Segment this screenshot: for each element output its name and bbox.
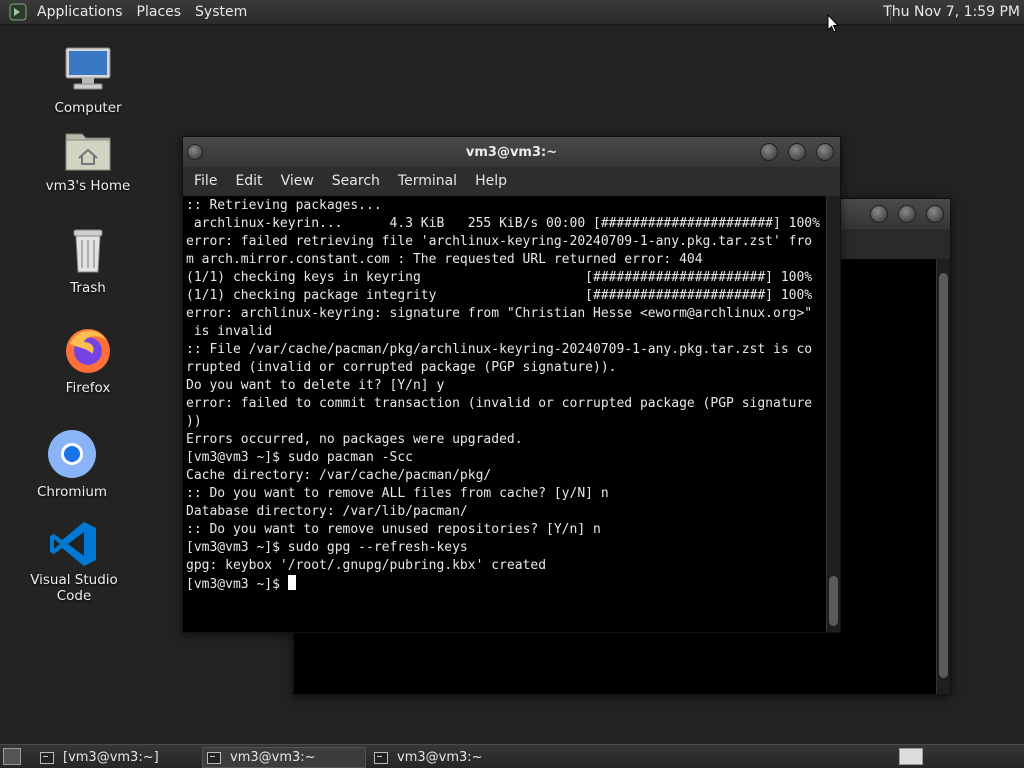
desktop-icon-vscode[interactable]: Visual Studio Code bbox=[14, 520, 134, 604]
vscode-icon bbox=[50, 522, 96, 566]
computer-icon bbox=[65, 47, 111, 90]
show-desktop-icon[interactable] bbox=[3, 748, 21, 765]
workspace-switcher-icon[interactable] bbox=[899, 748, 923, 765]
menu-search[interactable]: Search bbox=[323, 173, 389, 189]
system-menu[interactable]: System bbox=[188, 4, 254, 20]
maximize-button[interactable] bbox=[898, 205, 916, 223]
terminal-small-icon bbox=[207, 751, 221, 764]
places-menu[interactable]: Places bbox=[130, 4, 189, 20]
minimize-button[interactable] bbox=[870, 205, 888, 223]
home-folder-icon bbox=[65, 133, 111, 171]
minimize-button[interactable] bbox=[760, 143, 778, 161]
taskbar-item[interactable]: vm3@vm3:~ bbox=[370, 747, 534, 768]
terminal-window[interactable]: vm3@vm3:~ File Edit View Search Terminal… bbox=[182, 136, 841, 633]
terminal-line: (1/1) checking keys in keyring [########… bbox=[186, 270, 813, 285]
terminal-titlebar[interactable]: vm3@vm3:~ bbox=[183, 137, 840, 167]
mouse-pointer-icon bbox=[827, 13, 840, 38]
terminal-line: [vm3@vm3 ~]$ bbox=[186, 575, 826, 594]
terminal-output[interactable]: :: Retrieving packages... archlinux-keyr… bbox=[183, 196, 826, 632]
desktop-icon-label: Trash bbox=[70, 280, 106, 296]
chromium-icon bbox=[48, 430, 96, 478]
terminal-line: Do you want to delete it? [Y/n] y bbox=[186, 378, 445, 393]
maximize-button[interactable] bbox=[788, 143, 806, 161]
firefox-icon bbox=[66, 329, 110, 373]
terminal-line: rrupted (invalid or corrupted package (P… bbox=[186, 360, 617, 375]
terminal-line: error: failed retrieving file 'archlinux… bbox=[186, 234, 813, 249]
menu-file[interactable]: File bbox=[185, 173, 226, 189]
terminal-line: (1/1) checking package integrity [######… bbox=[186, 288, 813, 303]
taskbar-item-label: vm3@vm3:~ bbox=[230, 750, 316, 765]
top-panel: Applications Places System Thu Nov 7, 1:… bbox=[0, 0, 1024, 25]
desktop-icon-label: Computer bbox=[54, 100, 122, 116]
terminal-small-icon bbox=[40, 751, 54, 764]
desktop-icon-firefox[interactable]: Firefox bbox=[28, 324, 148, 396]
terminal-line: error: failed to commit transaction (inv… bbox=[186, 396, 813, 411]
terminal-line: :: Do you want to remove ALL files from … bbox=[186, 486, 609, 501]
desktop-icon-home[interactable]: vm3's Home bbox=[28, 126, 148, 194]
desktop-icon-label: Chromium bbox=[36, 484, 108, 500]
close-button[interactable] bbox=[816, 143, 834, 161]
terminal-line: Errors occurred, no packages were upgrad… bbox=[186, 432, 523, 447]
terminal-line: m arch.mirror.constant.com : The request… bbox=[186, 252, 703, 267]
background-scrollbar[interactable] bbox=[936, 259, 950, 694]
terminal-line: Database directory: /var/lib/pacman/ bbox=[186, 504, 468, 519]
terminal-line: archlinux-keyrin... 4.3 KiB 255 KiB/s 00… bbox=[186, 216, 820, 231]
menu-edit[interactable]: Edit bbox=[226, 173, 271, 189]
menu-help[interactable]: Help bbox=[466, 173, 516, 189]
terminal-line: )) bbox=[186, 414, 202, 429]
terminal-line: :: File /var/cache/pacman/pkg/archlinux-… bbox=[186, 342, 813, 357]
desktop-icon-trash[interactable]: Trash bbox=[28, 226, 148, 296]
bottom-panel: [vm3@vm3:~] vm3@vm3:~ vm3@vm3:~ bbox=[0, 744, 1024, 768]
terminal-line: is invalid bbox=[186, 324, 273, 339]
window-menu-button[interactable] bbox=[187, 144, 203, 160]
clock[interactable]: Thu Nov 7, 1:59 PM bbox=[883, 4, 1020, 20]
menu-view[interactable]: View bbox=[272, 173, 323, 189]
terminal-line: Cache directory: /var/cache/pacman/pkg/ bbox=[186, 468, 492, 483]
terminal-line: :: Retrieving packages... bbox=[186, 198, 382, 213]
desktop-icon-computer[interactable]: Computer bbox=[28, 44, 148, 116]
terminal-line: :: Do you want to remove unused reposito… bbox=[186, 522, 601, 537]
applications-menu[interactable]: Applications bbox=[30, 4, 130, 20]
desktop-icon-chromium[interactable]: Chromium bbox=[12, 428, 132, 500]
scrollbar-thumb[interactable] bbox=[939, 273, 948, 678]
terminal-line: [vm3@vm3 ~]$ sudo pacman -Scc bbox=[186, 450, 413, 465]
window-title: vm3@vm3:~ bbox=[465, 144, 558, 160]
distro-logo-icon[interactable] bbox=[6, 0, 30, 24]
terminal-scrollbar[interactable] bbox=[826, 196, 840, 632]
trash-icon bbox=[73, 229, 103, 273]
desktop-icon-label: Firefox bbox=[65, 380, 111, 396]
terminal-line: [vm3@vm3 ~]$ sudo gpg --refresh-keys bbox=[186, 540, 468, 555]
scrollbar-thumb[interactable] bbox=[829, 576, 838, 626]
desktop-icon-label: Visual Studio Code bbox=[30, 572, 118, 604]
close-button[interactable] bbox=[926, 205, 944, 223]
terminal-cursor bbox=[287, 575, 296, 590]
terminal-menubar: File Edit View Search Terminal Help bbox=[183, 167, 840, 195]
taskbar-item-label: [vm3@vm3:~] bbox=[63, 750, 159, 765]
taskbar-item[interactable]: vm3@vm3:~ bbox=[202, 747, 366, 768]
taskbar-item-label: vm3@vm3:~ bbox=[397, 750, 483, 765]
desktop-icon-label: vm3's Home bbox=[45, 178, 131, 194]
terminal-small-icon bbox=[374, 751, 388, 764]
terminal-line: error: archlinux-keyring: signature from… bbox=[186, 306, 813, 321]
menu-terminal[interactable]: Terminal bbox=[389, 173, 466, 189]
taskbar-item[interactable]: [vm3@vm3:~] bbox=[36, 747, 198, 768]
terminal-line: gpg: keybox '/root/.gnupg/pubring.kbx' c… bbox=[186, 558, 547, 573]
